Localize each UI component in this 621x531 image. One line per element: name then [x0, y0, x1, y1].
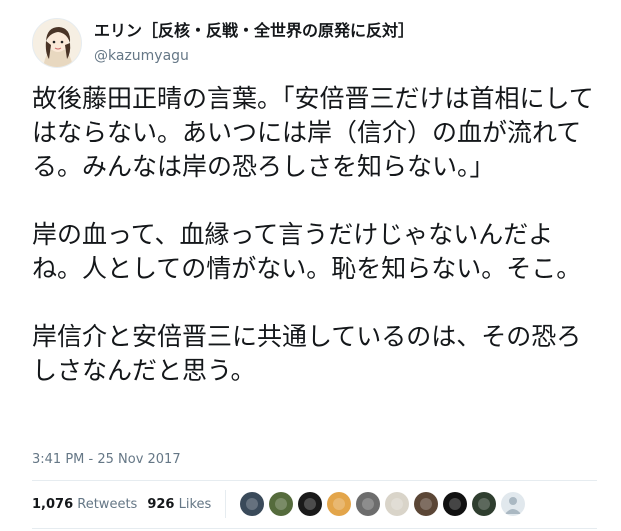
likes-label: Likes: [178, 496, 212, 512]
tweet-text: 故後藤田正晴の言葉。「安倍晋三だけは首相にしてはならない。あいつには岸（信介）の…: [32, 82, 597, 388]
tweet-paragraph: 岸信介と安倍晋三に共通しているのは、その恐ろしさなんだと思う。: [32, 322, 582, 385]
retweets-stat[interactable]: 1,076 Retweets: [32, 497, 137, 512]
liker-avatar-icon[interactable]: [385, 492, 410, 516]
divider: [32, 528, 597, 529]
tweet-stats: 1,076 Retweets 926 Likes: [32, 490, 530, 518]
liker-avatar-icon[interactable]: [443, 492, 468, 516]
avatar[interactable]: [32, 18, 82, 68]
divider: [225, 490, 227, 518]
user-avatar-icon: [33, 19, 81, 67]
liker-avatar-icon[interactable]: [414, 492, 439, 516]
likers-list: [240, 492, 530, 516]
tweet-header: エリン［反核・反戦・全世界の原発に反対］ @kazumyagu: [32, 14, 602, 72]
liker-avatar-icon[interactable]: [327, 492, 352, 516]
user-handle[interactable]: @kazumyagu: [94, 46, 414, 66]
liker-avatar-icon[interactable]: [356, 492, 381, 516]
retweets-label: Retweets: [77, 496, 138, 512]
liker-avatar-icon[interactable]: [472, 492, 497, 516]
tweet-timestamp[interactable]: 3:41 PM - 25 Nov 2017: [32, 452, 181, 467]
divider: [32, 480, 597, 481]
display-name[interactable]: エリン［反核・反戦・全世界の原発に反対］: [94, 20, 414, 42]
liker-avatar-icon[interactable]: [269, 492, 294, 516]
tweet-paragraph: 故後藤田正晴の言葉。「安倍晋三だけは首相にしてはならない。あいつには岸（信介）の…: [32, 84, 594, 181]
likes-stat[interactable]: 926 Likes: [147, 497, 211, 512]
likes-count: 926: [147, 496, 175, 512]
default-avatar-icon[interactable]: [501, 492, 526, 516]
liker-avatar-icon[interactable]: [298, 492, 323, 516]
retweets-count: 1,076: [32, 496, 74, 512]
user-info: エリン［反核・反戦・全世界の原発に反対］ @kazumyagu: [94, 20, 414, 66]
liker-avatar-icon[interactable]: [240, 492, 265, 516]
tweet-paragraph: 岸の血って、血縁って言うだけじゃないんだよね。人としての情がない。恥を知らない。…: [32, 220, 582, 283]
